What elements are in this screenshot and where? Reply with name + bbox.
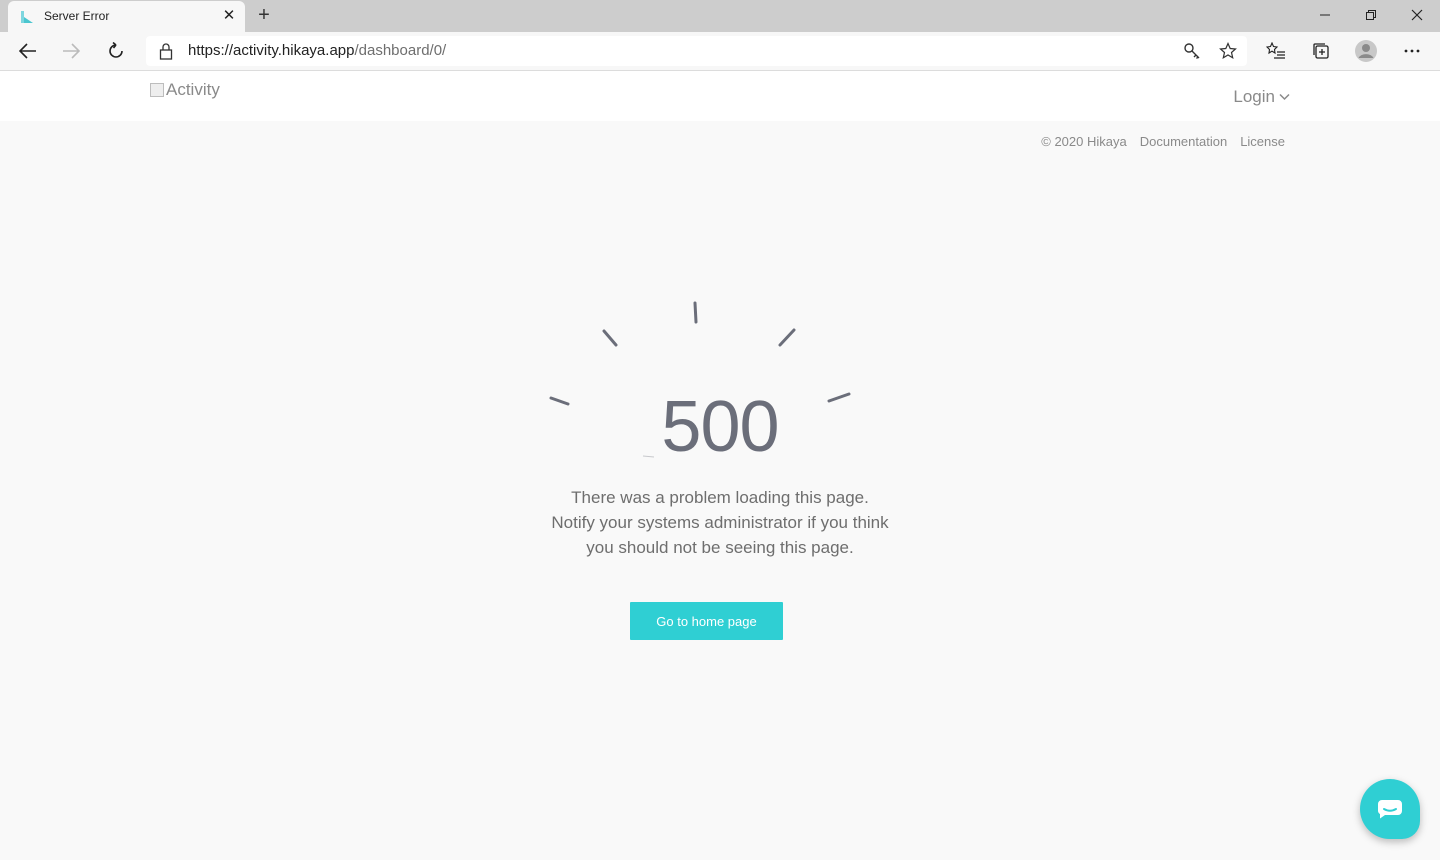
more-menu-icon[interactable] <box>1400 39 1424 63</box>
broken-image-icon <box>150 83 164 97</box>
forward-icon[interactable] <box>59 39 83 63</box>
site-logo[interactable]: Activity <box>150 80 220 100</box>
restore-icon[interactable] <box>1348 0 1394 30</box>
close-window-icon[interactable] <box>1394 0 1440 30</box>
login-label: Login <box>1233 87 1275 106</box>
error-message-line-1: There was a problem loading this page. <box>571 488 869 507</box>
documentation-link[interactable]: Documentation <box>1140 134 1227 149</box>
key-icon[interactable] <box>1182 41 1202 61</box>
browser-tab[interactable]: Server Error ✕ <box>8 1 245 32</box>
favorites-list-icon[interactable] <box>1264 39 1288 63</box>
error-message-line-3: you should not be seeing this page. <box>586 538 854 557</box>
browser-toolbar: https://activity.hikaya.app/dashboard/0/ <box>0 32 1440 71</box>
favorite-star-icon[interactable] <box>1218 41 1238 61</box>
refresh-icon[interactable] <box>104 39 128 63</box>
copyright-text: © 2020 Hikaya <box>1041 134 1127 149</box>
address-bar[interactable]: https://activity.hikaya.app/dashboard/0/ <box>146 36 1247 66</box>
minimize-icon[interactable] <box>1302 0 1348 30</box>
chevron-down-icon <box>1279 93 1290 101</box>
tab-close-icon[interactable]: ✕ <box>221 8 237 24</box>
error-message: There was a problem loading this page. N… <box>520 485 920 560</box>
site-header: Activity Login <box>0 71 1440 121</box>
chat-widget-button[interactable] <box>1360 779 1420 839</box>
error-code: 500 <box>661 387 779 467</box>
go-home-button[interactable]: Go to home page <box>630 602 783 640</box>
license-link[interactable]: License <box>1240 134 1285 149</box>
profile-avatar-icon[interactable] <box>1354 39 1378 63</box>
url-base: https://activity.hikaya.app <box>188 42 355 59</box>
logo-alt-text: Activity <box>166 80 220 99</box>
error-message-line-2: Notify your systems administrator if you… <box>551 513 889 532</box>
collections-icon[interactable] <box>1309 39 1333 63</box>
new-tab-icon[interactable]: + <box>254 5 274 25</box>
lock-icon <box>159 43 173 60</box>
browser-tab-bar: Server Error ✕ + <box>0 0 1440 32</box>
login-dropdown[interactable]: Login <box>1233 87 1290 107</box>
url-path: /dashboard/0/ <box>354 42 447 59</box>
url-text: https://activity.hikaya.app/dashboard/0/ <box>188 42 446 59</box>
back-icon[interactable] <box>16 39 40 63</box>
chat-icon <box>1378 800 1402 819</box>
footer-links: © 2020 Hikaya Documentation License <box>1041 134 1285 149</box>
hikaya-favicon-icon <box>21 11 33 23</box>
tab-title: Server Error <box>44 9 110 23</box>
